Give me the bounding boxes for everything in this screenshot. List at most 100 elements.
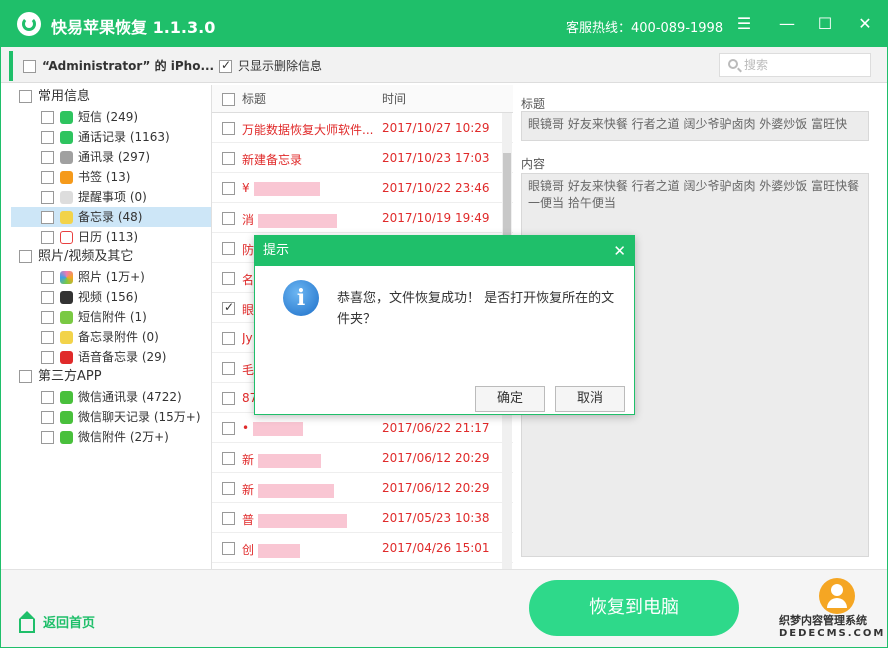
group-label: 常用信息 bbox=[38, 89, 91, 104]
only-deleted-label: 只显示删除信息 bbox=[238, 59, 323, 73]
recover-to-pc-button[interactable]: 恢复到电脑 bbox=[529, 580, 739, 636]
item-checkbox[interactable] bbox=[41, 151, 54, 164]
menu-icon[interactable]: ☰ bbox=[733, 13, 755, 35]
sidebar-item-photos[interactable]: 照片 (1万+) bbox=[11, 267, 211, 287]
dialog-close-icon[interactable]: ✕ bbox=[613, 236, 626, 266]
row-checkbox[interactable] bbox=[222, 182, 235, 195]
sidebar-item-wechat-contacts[interactable]: 微信通讯录 (4722) bbox=[11, 387, 211, 407]
row-checkbox[interactable] bbox=[222, 512, 235, 525]
column-title-header[interactable]: 标题 bbox=[242, 85, 266, 113]
user-avatar-icon[interactable] bbox=[819, 578, 855, 614]
item-checkbox[interactable] bbox=[41, 231, 54, 244]
row-checkbox[interactable] bbox=[222, 122, 235, 135]
row-checkbox[interactable] bbox=[222, 452, 235, 465]
sidebar-item-notes-attachments[interactable]: 备忘录附件 (0) bbox=[11, 327, 211, 347]
row-checkbox[interactable] bbox=[222, 332, 235, 345]
back-home-label: 返回首页 bbox=[43, 616, 96, 631]
item-checkbox[interactable] bbox=[41, 271, 54, 284]
sidebar-item-voice-memos[interactable]: 语音备忘录 (29) bbox=[11, 347, 211, 367]
row-title: 消 bbox=[242, 211, 377, 228]
minimize-icon[interactable]: — bbox=[776, 13, 798, 35]
row-checkbox[interactable] bbox=[222, 272, 235, 285]
row-title: ¥ bbox=[242, 181, 377, 196]
item-checkbox[interactable] bbox=[41, 391, 54, 404]
group-checkbox[interactable] bbox=[19, 250, 32, 263]
list-row[interactable]: 普 2017/05/23 10:38 bbox=[212, 503, 513, 533]
row-checkbox[interactable] bbox=[222, 300, 235, 315]
sidebar-item-calls[interactable]: 通话记录 (1163) bbox=[11, 127, 211, 147]
row-checkbox[interactable] bbox=[222, 392, 235, 405]
row-checkbox[interactable] bbox=[222, 422, 235, 435]
group-checkbox[interactable] bbox=[19, 90, 32, 103]
row-title-text: 名 bbox=[242, 273, 255, 287]
list-row[interactable]: 新建备忘录 2017/10/23 17:03 bbox=[212, 143, 513, 173]
wechat-contacts-icon bbox=[60, 391, 73, 404]
row-title-text: • bbox=[242, 421, 250, 435]
sidebar-item-label: 微信附件 (2万+) bbox=[78, 430, 169, 444]
redacted-text bbox=[258, 543, 301, 558]
row-title-text: 万能数据恢复大师软件... bbox=[242, 123, 374, 137]
ok-button[interactable]: 确定 bbox=[475, 386, 545, 412]
item-checkbox[interactable] bbox=[41, 411, 54, 424]
sidebar-item-videos[interactable]: 视频 (156) bbox=[11, 287, 211, 307]
close-icon[interactable]: ✕ bbox=[854, 13, 876, 35]
sidebar-item-bookmarks[interactable]: 书签 (13) bbox=[11, 167, 211, 187]
select-all-checkbox[interactable] bbox=[222, 93, 235, 106]
item-checkbox[interactable] bbox=[41, 191, 54, 204]
item-checkbox[interactable] bbox=[41, 351, 54, 364]
sidebar-item-calendar[interactable]: 日历 (113) bbox=[11, 227, 211, 247]
search-input[interactable]: 搜索 bbox=[719, 53, 871, 77]
sidebar-item-sms[interactable]: 短信 (249) bbox=[11, 107, 211, 127]
redacted-text bbox=[258, 513, 348, 528]
sidebar-item-label: 短信附件 (1) bbox=[78, 310, 147, 324]
row-title-text: 新 bbox=[242, 453, 255, 467]
sidebar-item-notes[interactable]: 备忘录 (48) bbox=[11, 207, 211, 227]
row-checkbox[interactable] bbox=[222, 152, 235, 165]
sidebar-item-label: 书签 (13) bbox=[78, 170, 131, 184]
list-row[interactable]: 新 2017/06/12 20:29 bbox=[212, 443, 513, 473]
back-home-button[interactable]: 返回首页 bbox=[19, 610, 96, 633]
maximize-icon[interactable]: ☐ bbox=[814, 13, 836, 35]
only-deleted-toggle[interactable]: 只显示删除信息 bbox=[219, 57, 322, 74]
sidebar-item-contacts[interactable]: 通讯录 (297) bbox=[11, 147, 211, 167]
row-checkbox[interactable] bbox=[222, 242, 235, 255]
item-checkbox[interactable] bbox=[41, 331, 54, 344]
category-sidebar: 常用信息 短信 (249) 通话记录 (1163) 通讯录 (297) 书签 (… bbox=[11, 87, 211, 569]
row-title-text: Jy bbox=[242, 331, 253, 345]
list-row[interactable]: 消 2017/10/19 19:49 bbox=[212, 203, 513, 233]
group-media[interactable]: 照片/视频及其它 bbox=[11, 247, 211, 267]
sidebar-item-reminders[interactable]: 提醒事项 (0) bbox=[11, 187, 211, 207]
sidebar-item-label: 视频 (156) bbox=[78, 290, 139, 304]
device-selector[interactable]: “Administrator” 的 iPho... bbox=[23, 57, 214, 74]
list-row[interactable]: 创 2017/04/26 15:01 bbox=[212, 533, 513, 563]
row-checkbox[interactable] bbox=[222, 212, 235, 225]
item-checkbox[interactable] bbox=[41, 111, 54, 124]
item-checkbox[interactable] bbox=[41, 131, 54, 144]
row-checkbox[interactable] bbox=[222, 542, 235, 555]
item-checkbox[interactable] bbox=[41, 311, 54, 324]
watermark-line1: 织梦内容管理系统 bbox=[779, 614, 867, 627]
cancel-button[interactable]: 取消 bbox=[555, 386, 625, 412]
row-checkbox[interactable] bbox=[222, 482, 235, 495]
sidebar-item-label: 微信聊天记录 (15万+) bbox=[78, 410, 201, 424]
list-row[interactable]: • 2017/06/22 21:17 bbox=[212, 413, 513, 443]
list-row[interactable]: 新 2017/06/12 20:29 bbox=[212, 473, 513, 503]
item-checkbox[interactable] bbox=[41, 431, 54, 444]
column-time-header[interactable]: 时间 bbox=[382, 85, 406, 113]
only-deleted-checkbox[interactable] bbox=[219, 58, 232, 73]
group-checkbox[interactable] bbox=[19, 370, 32, 383]
item-checkbox[interactable] bbox=[41, 291, 54, 304]
sidebar-item-sms-attachments[interactable]: 短信附件 (1) bbox=[11, 307, 211, 327]
row-checkbox[interactable] bbox=[222, 362, 235, 375]
list-row[interactable]: ¥2017/10/22 23:46 bbox=[212, 173, 513, 203]
item-checkbox[interactable] bbox=[41, 211, 54, 224]
search-icon bbox=[728, 59, 738, 69]
list-row[interactable]: 万能数据恢复大师软件... 2017/10/27 10:29 bbox=[212, 113, 513, 143]
group-third-party[interactable]: 第三方APP bbox=[11, 367, 211, 387]
group-common[interactable]: 常用信息 bbox=[11, 87, 211, 107]
item-checkbox[interactable] bbox=[41, 171, 54, 184]
sidebar-item-wechat-chats[interactable]: 微信聊天记录 (15万+) bbox=[11, 407, 211, 427]
sidebar-item-wechat-attachments[interactable]: 微信附件 (2万+) bbox=[11, 427, 211, 447]
device-checkbox[interactable] bbox=[23, 60, 36, 73]
row-title-text: 新 bbox=[242, 483, 255, 497]
